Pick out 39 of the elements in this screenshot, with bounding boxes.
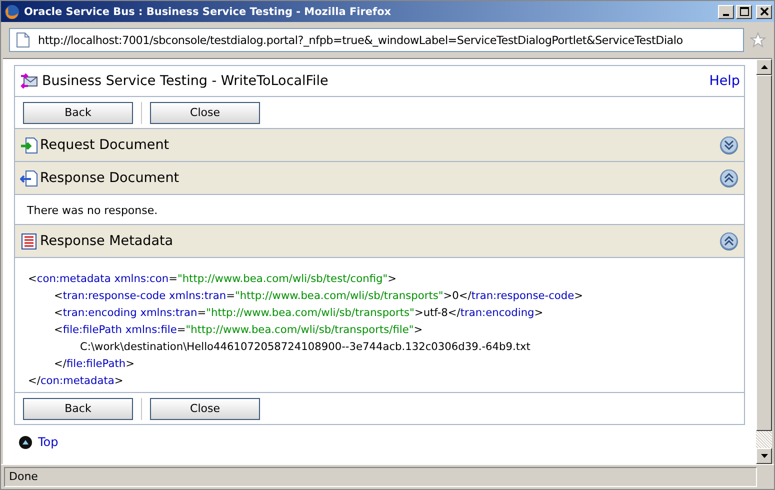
address-field[interactable]: http://localhost:7001/sbconsole/testdialog.portal?_nfpb=true&_windowLabel=ServiceTestDialogPortlet&ServiceTestDialo (9, 28, 744, 52)
back-button[interactable]: Back (23, 102, 133, 124)
maximize-icon (740, 7, 748, 16)
envelope-arrows-icon (20, 72, 38, 90)
minimize-icon (723, 14, 729, 16)
status-text: Done (4, 467, 757, 487)
firefox-icon (4, 4, 20, 20)
close-button[interactable]: Close (150, 102, 260, 124)
list-document-icon (20, 232, 38, 250)
close-button[interactable] (756, 4, 772, 18)
window-title: Oracle Service Bus : Business Service Testing - Mozilla Firefox (24, 6, 392, 18)
close-button[interactable]: Close (150, 398, 260, 420)
toggle-icon[interactable] (719, 231, 739, 251)
maximize-button[interactable] (736, 4, 752, 18)
code-line: C:\work\destination\Hello4461072058724108900--3e744acb.132c0306d39.-64b9.txt (80, 341, 530, 353)
document-arrow-in-icon (20, 136, 38, 154)
help-link[interactable]: Help (709, 73, 740, 89)
code-line: </file:filePath> (54, 358, 134, 370)
code-line: <con:metadata xmlns:con="http://www.bea.com/wli/sb/test/config"> (28, 273, 396, 285)
code-line: <tran:response-code xmlns:tran="http://www.bea.com/wli/sb/transports">0</tran:response-code> (54, 290, 584, 302)
page-title: Business Service Testing - WriteToLocalFile (42, 73, 330, 89)
scroll-down-icon[interactable] (760, 454, 768, 458)
close-icon (760, 7, 768, 16)
page-icon (16, 32, 30, 48)
star-icon[interactable] (750, 32, 766, 48)
code-line: <file:filePath xmlns:file="http://www.bea.com/wli/sb/transports/file"> (54, 324, 423, 336)
toggle-icon[interactable] (719, 135, 739, 155)
back-button[interactable]: Back (23, 398, 133, 420)
code-line: <tran:encoding xmlns:tran="http://www.bea.com/wli/sb/transports">utf-8</tran:encoding> (54, 307, 544, 319)
scroll-up-icon[interactable] (760, 65, 768, 69)
top-link[interactable]: Top (38, 435, 58, 449)
toggle-icon[interactable] (719, 168, 739, 188)
document-arrow-out-icon (20, 170, 38, 186)
response-message: There was no response. (27, 204, 158, 217)
minimize-button[interactable] (718, 4, 734, 18)
section-header[interactable]: Response Document (15, 162, 744, 195)
section-header[interactable]: Request Document (15, 129, 744, 162)
section-header[interactable]: Response Metadata (15, 225, 744, 258)
code-line: </con:metadata> (28, 375, 124, 387)
